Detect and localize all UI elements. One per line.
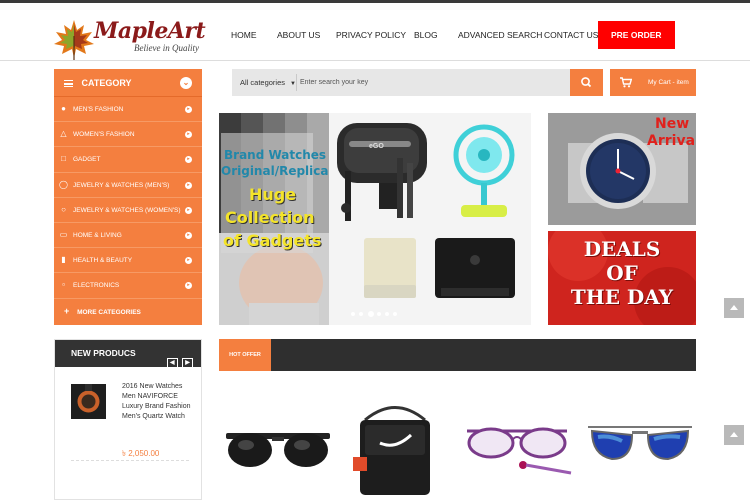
cart-icon [620, 77, 632, 88]
category-item-label: ELECTRONICS [73, 282, 120, 290]
category-item-label: HOME & LIVING [73, 231, 122, 239]
category-item-label: GADGET [73, 156, 101, 164]
product-glasses-floral[interactable] [461, 395, 573, 500]
product-sunglasses-blue[interactable] [584, 395, 696, 500]
product-shoulder-bag[interactable] [345, 395, 445, 500]
product-title[interactable]: 2016 New Watches Men NAVIFORCE Luxury Br… [122, 382, 192, 422]
nav-advanced-search[interactable]: ADVANCED SEARCH [458, 21, 542, 49]
hot-offer-bar: HOT OFFER [219, 339, 696, 371]
category-title: CATEGORY [81, 78, 132, 88]
deals-line-2: OF [606, 261, 638, 285]
product-thumbnail[interactable] [71, 384, 106, 419]
banner-heading-5: of Gadgets [223, 231, 322, 250]
category-item-electronics[interactable]: ▫ ELECTRONICS ▸ [54, 273, 202, 299]
category-item-label: JEWELRY & WATCHES (MEN'S) [73, 181, 170, 189]
category-item-label: JEWELRY & WATCHES (WOMEN'S) [73, 206, 181, 214]
ring-icon: ○ [61, 204, 66, 214]
category-item-label: MEN'S FASHION [73, 106, 124, 113]
deals-of-the-day-banner[interactable]: DEALS OF THE DAY [548, 231, 696, 325]
watch-icon: ◯ [59, 179, 68, 189]
new-products-panel: NEW PRODUCS ◀ ▶ 2016 New Watches Men NAV… [54, 339, 202, 500]
site-logo[interactable]: MapleArt Believe in Quality [52, 18, 206, 60]
sofa-icon: ▭ [59, 229, 68, 239]
more-categories-link[interactable]: + MORE CATEGORIES [54, 299, 202, 324]
category-menu: CATEGORY ⌄ ● MEN'S FASHION ▸ △ WOMEN'S F… [54, 69, 202, 325]
gadget-icon: □ [61, 154, 66, 164]
nav-privacy-policy[interactable]: PRIVACY POLICY [336, 21, 406, 49]
next-arrow-icon[interactable]: ▶ [182, 358, 193, 369]
more-categories-label: MORE CATEGORIES [77, 308, 141, 316]
category-header[interactable]: CATEGORY ⌄ [54, 69, 202, 97]
new-arrival-banner[interactable]: New Arrival [548, 113, 696, 225]
nav-blog[interactable]: BLOG [414, 21, 438, 49]
maple-leaf-icon [54, 20, 94, 60]
banner-heading-1: Brand Watches [224, 148, 327, 162]
banner-heading-2: Original/Replica [221, 164, 329, 178]
new-arrival-line-1: New [655, 116, 690, 132]
new-arrival-line-2: Arrival [647, 133, 696, 149]
plus-icon: + [64, 305, 70, 316]
category-item-mens-fashion[interactable]: ● MEN'S FASHION ▸ [54, 97, 202, 123]
nav-about-us[interactable]: ABOUT US [277, 21, 320, 49]
category-item-gadget[interactable]: □ GADGET ▸ [54, 147, 202, 173]
carousel-controls: ◀ ▶ [165, 348, 193, 375]
nav-home[interactable]: HOME [231, 21, 257, 49]
new-products-header: NEW PRODUCS ◀ ▶ [55, 340, 201, 369]
deals-line-3: THE DAY [570, 285, 674, 309]
scroll-top-button[interactable] [724, 298, 744, 318]
search-icon [581, 77, 592, 88]
hot-offer-tab[interactable]: HOT OFFER [219, 339, 271, 371]
product-sunglasses-black[interactable] [222, 395, 334, 500]
brand-tagline: Believe in Quality [134, 43, 199, 53]
chevron-right-icon: ▸ [185, 231, 192, 239]
search-bar: All categories ▼ [232, 69, 570, 96]
deals-line-1: DEALS [583, 237, 661, 261]
category-item-home-living[interactable]: ▭ HOME & LIVING ▸ [54, 223, 202, 249]
lipstick-icon: ▮ [61, 255, 66, 265]
category-item-womens-fashion[interactable]: △ WOMEN'S FASHION ▸ [54, 122, 202, 148]
preorder-button[interactable]: PRE ORDER [598, 21, 675, 49]
banner-heading-3: Huge [249, 185, 297, 204]
product-divider [71, 460, 189, 461]
new-products-title: NEW PRODUCS [71, 348, 136, 358]
search-divider [296, 74, 297, 91]
case-label: eGO [369, 143, 384, 150]
chevron-right-icon: ▸ [185, 282, 192, 290]
banner-heading-4: Collection [225, 208, 315, 227]
chevron-right-icon: ▸ [185, 106, 192, 113]
dress-icon: △ [60, 129, 67, 139]
search-button[interactable] [570, 69, 603, 96]
menu-icon [64, 80, 73, 88]
prev-arrow-icon[interactable]: ◀ [166, 358, 178, 369]
scroll-top-button-2[interactable] [724, 425, 744, 445]
category-item-label: WOMEN'S FASHION [73, 131, 135, 139]
site-header: MapleArt Believe in Quality HOME ABOUT U… [0, 3, 750, 61]
chevron-right-icon: ▸ [185, 206, 192, 214]
chevron-right-icon: ▸ [185, 131, 192, 139]
shirt-icon: ● [61, 104, 66, 113]
category-item-health-beauty[interactable]: ▮ HEALTH & BEAUTY ▸ [54, 248, 202, 274]
search-category-value: All categories [240, 78, 286, 87]
chevron-down-icon[interactable]: ⌄ [180, 77, 192, 89]
category-item-label: HEALTH & BEAUTY [73, 257, 133, 265]
search-input[interactable] [300, 72, 565, 93]
chevron-right-icon: ▸ [185, 181, 192, 189]
chevron-right-icon: ▸ [185, 156, 192, 164]
hero-banner[interactable]: Brand Watches Original/Replica Huge Coll… [219, 113, 531, 325]
nav-contact-us[interactable]: CONTACT US [544, 21, 598, 49]
brand-name: MapleArt [94, 18, 206, 44]
cart-button[interactable]: My Cart - item [610, 69, 696, 96]
category-item-jewelry-watches-mens[interactable]: ◯ JEWELRY & WATCHES (MEN'S) ▸ [54, 173, 202, 198]
search-category-select[interactable]: All categories ▼ [240, 69, 296, 98]
chevron-right-icon: ▸ [185, 257, 192, 265]
cart-label: My Cart - item [648, 79, 689, 86]
category-item-jewelry-watches-womens[interactable]: ○ JEWELRY & WATCHES (WOMEN'S) ▸ [54, 198, 202, 223]
plug-icon: ▫ [62, 280, 65, 290]
